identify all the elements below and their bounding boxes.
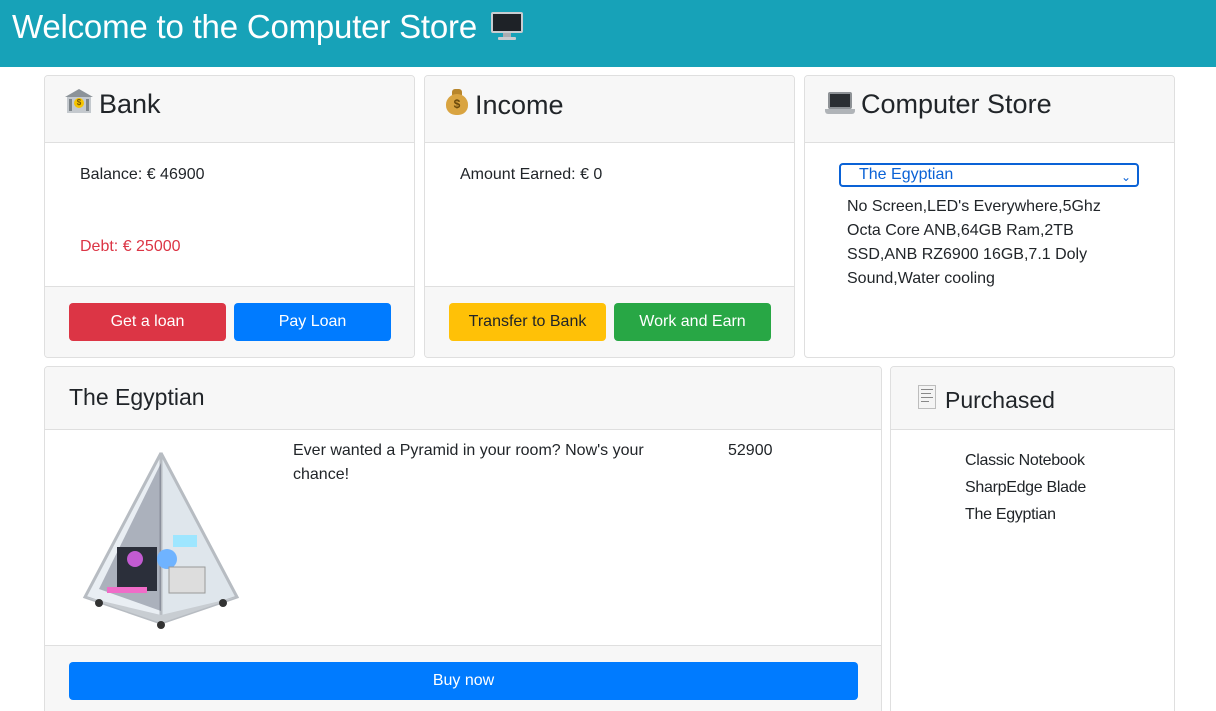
receipt-icon xyxy=(917,384,937,410)
product-card-footer: Buy now xyxy=(45,645,881,711)
desktop-computer-icon xyxy=(490,11,524,41)
store-card-header: Computer Store xyxy=(805,76,1174,143)
bank-title-heading: $ Bank xyxy=(65,89,161,120)
store-title: Computer Store xyxy=(861,89,1052,119)
product-card-header: The Egyptian xyxy=(45,367,881,430)
purchased-list: Classic Notebook SharpEdge Blade The Egy… xyxy=(965,447,1086,528)
product-image xyxy=(77,447,247,629)
computer-store-card: Computer Store The Egyptian ⌄ No Screen,… xyxy=(804,75,1175,358)
bank-icon: $ xyxy=(65,89,93,115)
work-and-earn-button[interactable]: Work and Earn xyxy=(614,303,771,341)
page-title: Welcome to the Computer Store xyxy=(12,8,524,46)
income-card-footer: Transfer to Bank Work and Earn xyxy=(425,286,794,357)
amount-earned-text: Amount Earned: € 0 xyxy=(460,166,603,183)
list-item: Classic Notebook xyxy=(965,452,1085,469)
computer-select-value: The Egyptian xyxy=(859,166,954,183)
product-name: The Egyptian xyxy=(69,384,205,410)
product-price: 52900 xyxy=(728,442,773,459)
top-header: Welcome to the Computer Store xyxy=(0,0,1216,67)
computer-features: No Screen,LED's Everywhere,5Ghz Octa Cor… xyxy=(847,198,1101,287)
pay-loan-button[interactable]: Pay Loan xyxy=(234,303,391,341)
debt-text: Debt: € 25000 xyxy=(80,238,181,255)
product-description: Ever wanted a Pyramid in your room? Now'… xyxy=(293,442,644,483)
computer-select[interactable]: The Egyptian ⌄ xyxy=(839,163,1139,187)
get-loan-button[interactable]: Get a loan xyxy=(69,303,226,341)
money-bag-icon: $ xyxy=(445,89,469,116)
balance-text: Balance: € 46900 xyxy=(80,166,205,183)
bank-card-header: $ Bank xyxy=(45,76,414,143)
purchased-title: Purchased xyxy=(945,387,1055,413)
transfer-to-bank-button[interactable]: Transfer to Bank xyxy=(449,303,606,341)
purchased-card: Purchased Classic Notebook SharpEdge Bla… xyxy=(890,366,1175,711)
purchased-title-heading: Purchased xyxy=(917,384,1055,414)
purchased-card-header: Purchased xyxy=(891,367,1174,430)
income-title-heading: $ Income xyxy=(445,89,564,121)
bank-title: Bank xyxy=(99,89,161,119)
product-card: The Egyptian Ever wanted a Pyramid in yo… xyxy=(44,366,882,711)
list-item: SharpEdge Blade xyxy=(965,479,1086,496)
store-title-heading: Computer Store xyxy=(825,89,1052,120)
chevron-down-icon: ⌄ xyxy=(1120,170,1131,184)
bank-card: $ Bank Balance: € 46900 Debt: € 25000 Ge… xyxy=(44,75,415,358)
income-title: Income xyxy=(475,90,564,120)
bank-card-footer: Get a loan Pay Loan xyxy=(45,286,414,357)
store-card-body: The Egyptian ⌄ No Screen,LED's Everywher… xyxy=(805,143,1174,357)
income-card: $ Income Amount Earned: € 0 Transfer to B… xyxy=(424,75,795,358)
buy-now-button[interactable]: Buy now xyxy=(69,662,858,700)
list-item: The Egyptian xyxy=(965,506,1056,523)
laptop-icon xyxy=(825,91,855,115)
income-card-header: $ Income xyxy=(425,76,794,143)
